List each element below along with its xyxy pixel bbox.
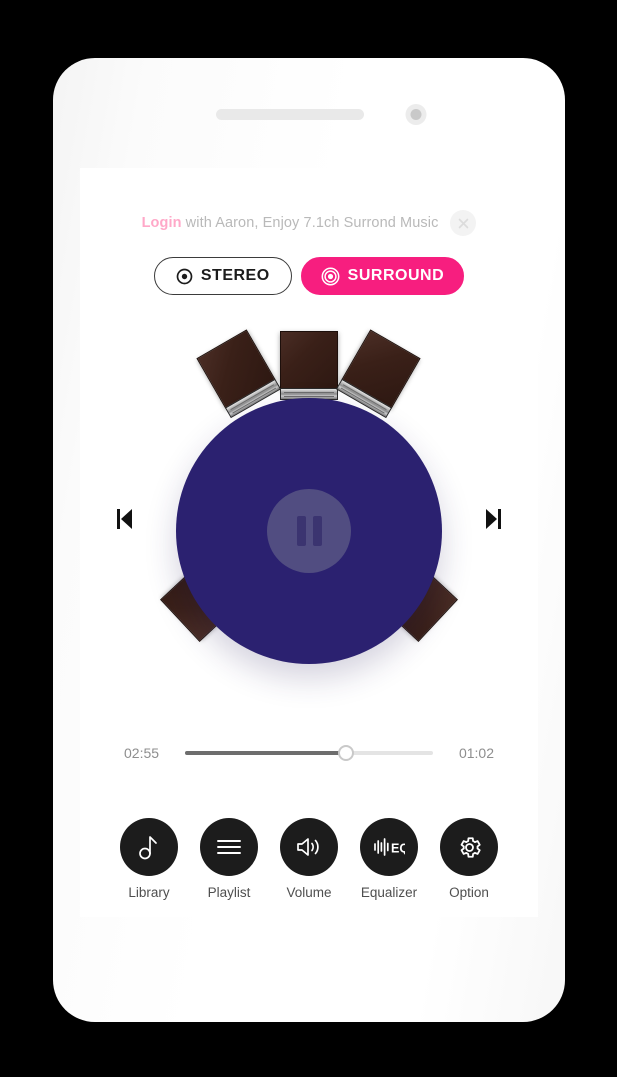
nav-item-volume[interactable]: Volume: [277, 818, 341, 900]
next-track-button[interactable]: [485, 508, 501, 530]
nav-label-volume: Volume: [286, 885, 332, 900]
speaker-front-center: [280, 331, 338, 400]
pause-icon-bar-right: [312, 516, 322, 546]
surround-mode-label: SURROUND: [347, 267, 445, 284]
option-button[interactable]: [440, 818, 498, 876]
surround-target-icon: [321, 267, 340, 286]
banner-message-text: with Aaron, Enjoy 7.1ch Surrond Music: [181, 215, 439, 231]
earpiece-speaker: [216, 109, 364, 120]
progress-slider[interactable]: [185, 745, 433, 761]
previous-track-button[interactable]: [117, 508, 133, 530]
surround-mode-button[interactable]: SURROUND: [300, 257, 465, 295]
stereo-mode-button[interactable]: STEREO: [153, 257, 292, 295]
playback-progress: 02:55 01:02: [80, 745, 538, 761]
nav-label-playlist: Playlist: [207, 885, 251, 900]
equalizer-eq-icon: EQ: [373, 837, 405, 857]
speaker-front-left: [196, 329, 282, 419]
skip-previous-icon: [117, 508, 133, 530]
banner-close-button[interactable]: [450, 210, 477, 236]
nav-label-library: Library: [128, 885, 170, 900]
nav-item-library[interactable]: Library: [117, 818, 181, 900]
front-camera: [405, 104, 427, 125]
stereo-target-icon: [176, 268, 193, 285]
play-pause-button[interactable]: [267, 489, 351, 573]
banner-message: Login with Aaron, Enjoy 7.1ch Surrond Mu…: [142, 215, 439, 231]
phone-device-frame: Login with Aaron, Enjoy 7.1ch Surrond Mu…: [53, 58, 565, 1022]
nav-item-equalizer[interactable]: EQ Equalizer: [357, 818, 421, 900]
progress-fill: [185, 751, 347, 755]
equalizer-button[interactable]: EQ: [360, 818, 418, 876]
speaker-volume-icon: [295, 836, 323, 858]
speaker-front-right: [335, 329, 421, 419]
stereo-mode-label: STEREO: [200, 267, 270, 284]
close-icon: [457, 217, 470, 230]
progress-thumb[interactable]: [338, 745, 355, 761]
pause-icon-bar-left: [296, 516, 306, 546]
screenshot-canvas: Login with Aaron, Enjoy 7.1ch Surrond Mu…: [0, 0, 617, 1077]
audio-mode-toggle-group: STEREO SURROUND: [80, 257, 538, 295]
nav-label-equalizer: Equalizer: [360, 885, 418, 900]
gear-icon: [456, 834, 483, 861]
hamburger-list-icon: [216, 837, 242, 857]
player-disc: [176, 398, 442, 664]
nav-item-playlist[interactable]: Playlist: [197, 818, 261, 900]
nav-label-option: Option: [449, 885, 489, 900]
app-screen: Login with Aaron, Enjoy 7.1ch Surrond Mu…: [80, 168, 538, 917]
bottom-nav: Library Playlist Volume EQ Equalizer Opt…: [80, 818, 538, 900]
remaining-time: 01:02: [458, 745, 494, 761]
skip-next-icon: [485, 508, 501, 530]
volume-button[interactable]: [280, 818, 338, 876]
svg-text:EQ: EQ: [391, 842, 405, 856]
music-note-icon: [136, 833, 162, 861]
login-banner: Login with Aaron, Enjoy 7.1ch Surrond Mu…: [80, 210, 538, 236]
library-button[interactable]: [120, 818, 178, 876]
playlist-button[interactable]: [200, 818, 258, 876]
login-link[interactable]: Login: [142, 215, 182, 231]
elapsed-time: 02:55: [124, 745, 160, 761]
nav-item-option[interactable]: Option: [437, 818, 501, 900]
surround-speaker-stage: [80, 329, 538, 700]
phone-top-bezel: [53, 58, 565, 168]
